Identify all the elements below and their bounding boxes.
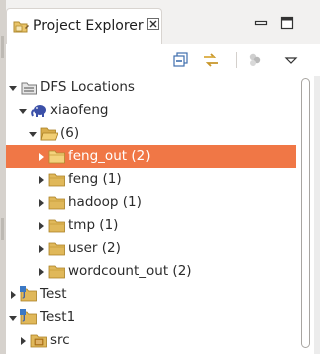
tree-item-label: src: [50, 332, 70, 348]
folder-open-icon: [40, 127, 58, 141]
chevron-down-icon[interactable]: [18, 106, 28, 116]
java-project-icon: J: [20, 286, 37, 302]
java-project-icon: J: [20, 309, 37, 325]
view-menu-icon[interactable]: [282, 51, 300, 69]
maximize-icon[interactable]: [280, 16, 294, 30]
tree-item-tmp[interactable]: tmp (1): [6, 214, 296, 237]
folder-icon: [48, 219, 65, 233]
tree-item-dfs-locations[interactable]: DFS Locations: [6, 76, 296, 99]
tree-item-root-dir[interactable]: (6): [6, 122, 296, 145]
close-icon[interactable]: [147, 18, 159, 30]
resize-grip[interactable]: [1, 36, 4, 58]
tree-item-hadoop[interactable]: hadoop (1): [6, 191, 296, 214]
folder-icon: [48, 173, 65, 187]
tree-item-wordcount-out[interactable]: wordcount_out (2): [6, 260, 296, 283]
chevron-right-icon[interactable]: [36, 175, 46, 185]
tree-item-label: tmp (1): [68, 217, 119, 233]
view-title: Project Explorer: [33, 18, 144, 34]
vertical-scrollbar[interactable]: [298, 76, 312, 354]
project-explorer-tab[interactable]: Project Explorer: [6, 8, 162, 44]
chevron-right-icon[interactable]: [36, 244, 46, 254]
tree-item-label: Test1: [40, 309, 76, 325]
filter-icon[interactable]: [246, 51, 264, 69]
chevron-right-icon[interactable]: [18, 336, 28, 346]
tree-item-src[interactable]: src: [6, 329, 296, 352]
svg-text:J: J: [22, 291, 26, 299]
project-tree: DFS Locations xiaofeng (6) feng_out (2) …: [6, 76, 296, 354]
tree-item-label: (6): [60, 125, 80, 141]
view-toolbar: [6, 44, 320, 76]
hadoop-elephant-icon: [31, 105, 46, 117]
chevron-right-icon[interactable]: [36, 267, 46, 277]
toolbar-separator: [236, 52, 237, 68]
tree-item-feng[interactable]: feng (1): [6, 168, 296, 191]
tree-item-label: feng (1): [68, 171, 122, 187]
view-tab-bar: Project Explorer: [6, 0, 320, 45]
tree-item-label: feng_out (2): [68, 148, 151, 164]
dfs-locations-icon: [21, 82, 37, 95]
collapse-all-icon[interactable]: [172, 51, 190, 69]
chevron-right-icon[interactable]: [36, 221, 46, 231]
tree-item-label: wordcount_out (2): [68, 263, 192, 279]
tree-item-user[interactable]: user (2): [6, 237, 296, 260]
svg-text:J: J: [22, 314, 26, 322]
minimize-icon[interactable]: [254, 16, 268, 30]
tree-item-test1[interactable]: J Test1: [6, 306, 296, 329]
link-with-editor-icon[interactable]: [202, 51, 220, 69]
chevron-down-icon[interactable]: [8, 313, 18, 323]
scrollbar-thumb[interactable]: [301, 78, 310, 348]
chevron-down-icon[interactable]: [8, 83, 18, 93]
tree-item-label: user (2): [68, 240, 121, 256]
tree-item-label: Test: [40, 286, 67, 302]
tree-item-test[interactable]: J Test: [6, 283, 296, 306]
chevron-right-icon[interactable]: [36, 198, 46, 208]
folder-icon: [48, 196, 65, 210]
source-folder-icon: [30, 334, 47, 348]
chevron-down-icon[interactable]: [28, 129, 38, 139]
folder-icon: [48, 150, 65, 164]
chevron-right-icon[interactable]: [8, 290, 18, 300]
folder-icon: [48, 242, 65, 256]
tree-item-label: DFS Locations: [40, 79, 135, 95]
resize-grip[interactable]: [1, 218, 4, 240]
right-border: [314, 76, 320, 354]
tree-item-label: hadoop (1): [68, 194, 142, 210]
package-explorer-icon: [13, 21, 29, 33]
tree-item-feng-out[interactable]: feng_out (2): [6, 145, 296, 168]
project-explorer-view: Project Explorer DFS Locations xiaofeng …: [6, 0, 320, 354]
tree-item-label: xiaofeng: [50, 102, 109, 118]
folder-icon: [48, 265, 65, 279]
chevron-right-icon[interactable]: [36, 152, 46, 162]
tree-item-xiaofeng[interactable]: xiaofeng: [6, 99, 296, 122]
